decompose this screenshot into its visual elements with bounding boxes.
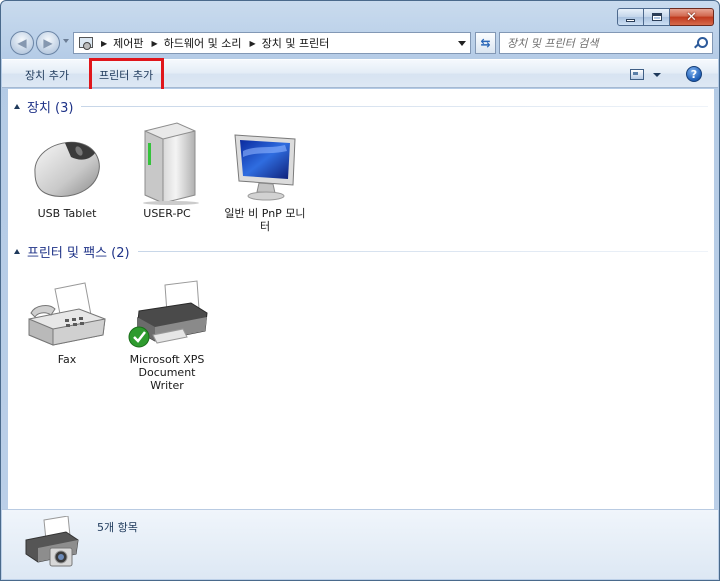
device-label: USB Tablet	[37, 207, 97, 220]
view-dropdown-icon[interactable]	[653, 73, 661, 77]
mouse-icon	[34, 141, 100, 197]
device-label: USER-PC	[143, 207, 191, 220]
refresh-icon: ⇆	[480, 36, 491, 50]
collapse-arrow-icon[interactable]	[14, 249, 20, 254]
monitor-icon	[234, 134, 296, 201]
forward-button[interactable]: ▶	[36, 31, 60, 55]
minimize-icon	[626, 18, 635, 22]
group-divider	[81, 106, 708, 107]
group-title: 프린터 및 팩스 (2)	[27, 246, 130, 261]
fax-icon	[28, 282, 106, 346]
printer-item-fax[interactable]: Fax	[25, 279, 109, 366]
printer-icon	[128, 280, 208, 348]
device-item-monitor[interactable]: 일반 비 PnP 모니터	[223, 121, 307, 233]
breadcrumb-control-panel[interactable]: 제어판	[113, 35, 143, 51]
minimize-button[interactable]	[617, 8, 644, 26]
group-header-printers-faxes[interactable]: 프린터 및 팩스 (2)	[14, 242, 708, 261]
refresh-button[interactable]: ⇆	[475, 32, 496, 54]
address-bar[interactable]: ▶ 제어판 ▶ 하드웨어 및 소리 ▶ 장치 및 프린터	[73, 32, 471, 54]
search-box[interactable]	[499, 32, 713, 54]
change-view-icon[interactable]	[630, 69, 644, 80]
breadcrumb-separator[interactable]: ▶	[101, 39, 107, 48]
close-icon: ✕	[686, 9, 697, 25]
breadcrumb-separator[interactable]: ▶	[250, 39, 256, 48]
control-panel-icon	[77, 36, 95, 50]
back-arrow-icon: ◀	[17, 36, 27, 50]
printer-camera-icon	[25, 516, 79, 567]
breadcrumb-separator[interactable]: ▶	[152, 39, 158, 48]
navigation-bar: ◀ ▶ ▶ 제어판 ▶ 하드웨어 및 소리 ▶ 장치 및 프린터 ⇆	[9, 31, 713, 55]
maximize-button[interactable]	[644, 8, 670, 26]
group-header-devices[interactable]: 장치 (3)	[14, 97, 708, 116]
forward-arrow-icon: ▶	[43, 36, 53, 50]
printer-label: Fax	[57, 353, 77, 366]
computer-tower-icon	[143, 122, 199, 205]
maximize-icon	[651, 13, 662, 21]
item-count: 5개 항목	[97, 521, 138, 534]
command-bar: 장치 추가 프린터 추가 ?	[2, 59, 718, 88]
devices-content-pane: 장치 (3) USB Tablet USER-PC 일반 비 PnP 모니터 프…	[8, 89, 714, 509]
printer-label: Microsoft XPS Document Writer	[129, 353, 205, 392]
address-dropdown-icon[interactable]	[458, 41, 466, 46]
caption-buttons: ✕	[617, 8, 714, 26]
help-icon[interactable]: ?	[686, 66, 702, 82]
group-title: 장치 (3)	[27, 101, 74, 116]
explorer-window: ✕ ◀ ▶ ▶ 제어판 ▶ 하드웨어 및 소리 ▶ 장치 및 프린터 ⇆ 장치 …	[0, 0, 720, 581]
breadcrumb-hardware-sound[interactable]: 하드웨어 및 소리	[164, 35, 242, 51]
add-device-button[interactable]: 장치 추가	[25, 67, 69, 83]
group-divider	[137, 251, 708, 252]
close-button[interactable]: ✕	[670, 8, 714, 26]
recent-pages-dropdown[interactable]	[63, 39, 69, 43]
search-icon[interactable]	[694, 37, 708, 49]
search-input[interactable]	[507, 36, 687, 50]
device-label: 일반 비 PnP 모니터	[224, 207, 306, 233]
device-item-user-pc[interactable]: USER-PC	[125, 121, 209, 220]
collapse-arrow-icon[interactable]	[14, 104, 20, 109]
device-item-usb-tablet[interactable]: USB Tablet	[25, 121, 109, 220]
details-pane: 5개 항목	[2, 509, 718, 579]
breadcrumb-devices-printers[interactable]: 장치 및 프린터	[262, 35, 330, 51]
add-printer-button[interactable]: 프린터 추가	[99, 67, 153, 83]
back-button[interactable]: ◀	[10, 31, 34, 55]
printer-item-xps-writer[interactable]: Microsoft XPS Document Writer	[125, 279, 209, 392]
